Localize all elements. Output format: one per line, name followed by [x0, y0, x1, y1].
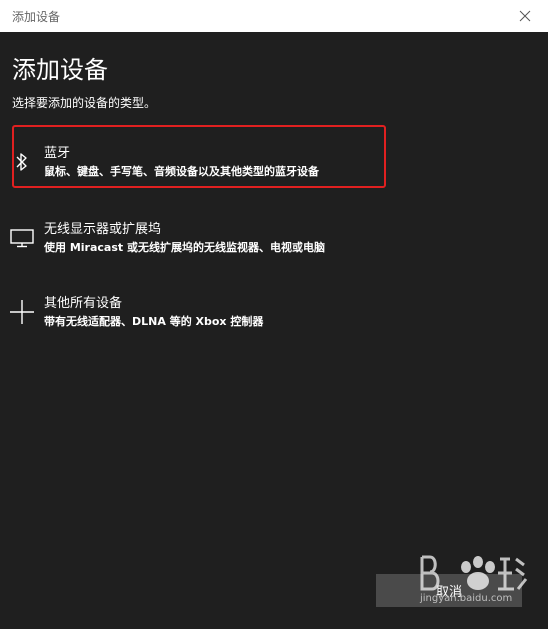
option-other-devices-description: 带有无线适配器、DLNA 等的 Xbox 控制器	[44, 315, 264, 328]
option-bluetooth-description: 鼠标、键盘、手写笔、音频设备以及其他类型的蓝牙设备	[44, 165, 319, 178]
close-button[interactable]	[502, 0, 548, 32]
option-wireless-display[interactable]: 无线显示器或扩展坞 使用 Miracast 或无线扩展坞的无线监视器、电视或电脑	[8, 218, 388, 264]
option-bluetooth[interactable]: 蓝牙 鼠标、键盘、手写笔、音频设备以及其他类型的蓝牙设备	[8, 142, 388, 188]
option-wireless-display-description: 使用 Miracast 或无线扩展坞的无线监视器、电视或电脑	[44, 241, 325, 254]
monitor-icon	[8, 224, 36, 252]
window-title: 添加设备	[12, 10, 61, 24]
page-subtitle: 选择要添加的设备的类型。	[12, 96, 157, 110]
title-bar: 添加设备	[0, 0, 548, 32]
watermark-site-label: jingyan.baidu.com	[420, 593, 513, 604]
option-other-devices[interactable]: 其他所有设备 带有无线适配器、DLNA 等的 Xbox 控制器	[8, 292, 388, 338]
option-other-devices-name: 其他所有设备	[44, 296, 123, 311]
option-bluetooth-name: 蓝牙	[44, 146, 71, 161]
add-device-window: 添加设备 添加设备 选择要添加的设备的类型。 蓝牙 鼠标、键盘、手写笔、音频设备…	[0, 0, 548, 629]
bluetooth-icon	[8, 148, 36, 176]
option-wireless-display-name: 无线显示器或扩展坞	[44, 222, 162, 237]
page-title: 添加设备	[12, 56, 108, 84]
plus-icon	[8, 298, 36, 326]
dialog-content: 添加设备 选择要添加的设备的类型。 蓝牙 鼠标、键盘、手写笔、音频设备以及其他类…	[0, 32, 548, 629]
close-icon	[519, 10, 531, 22]
